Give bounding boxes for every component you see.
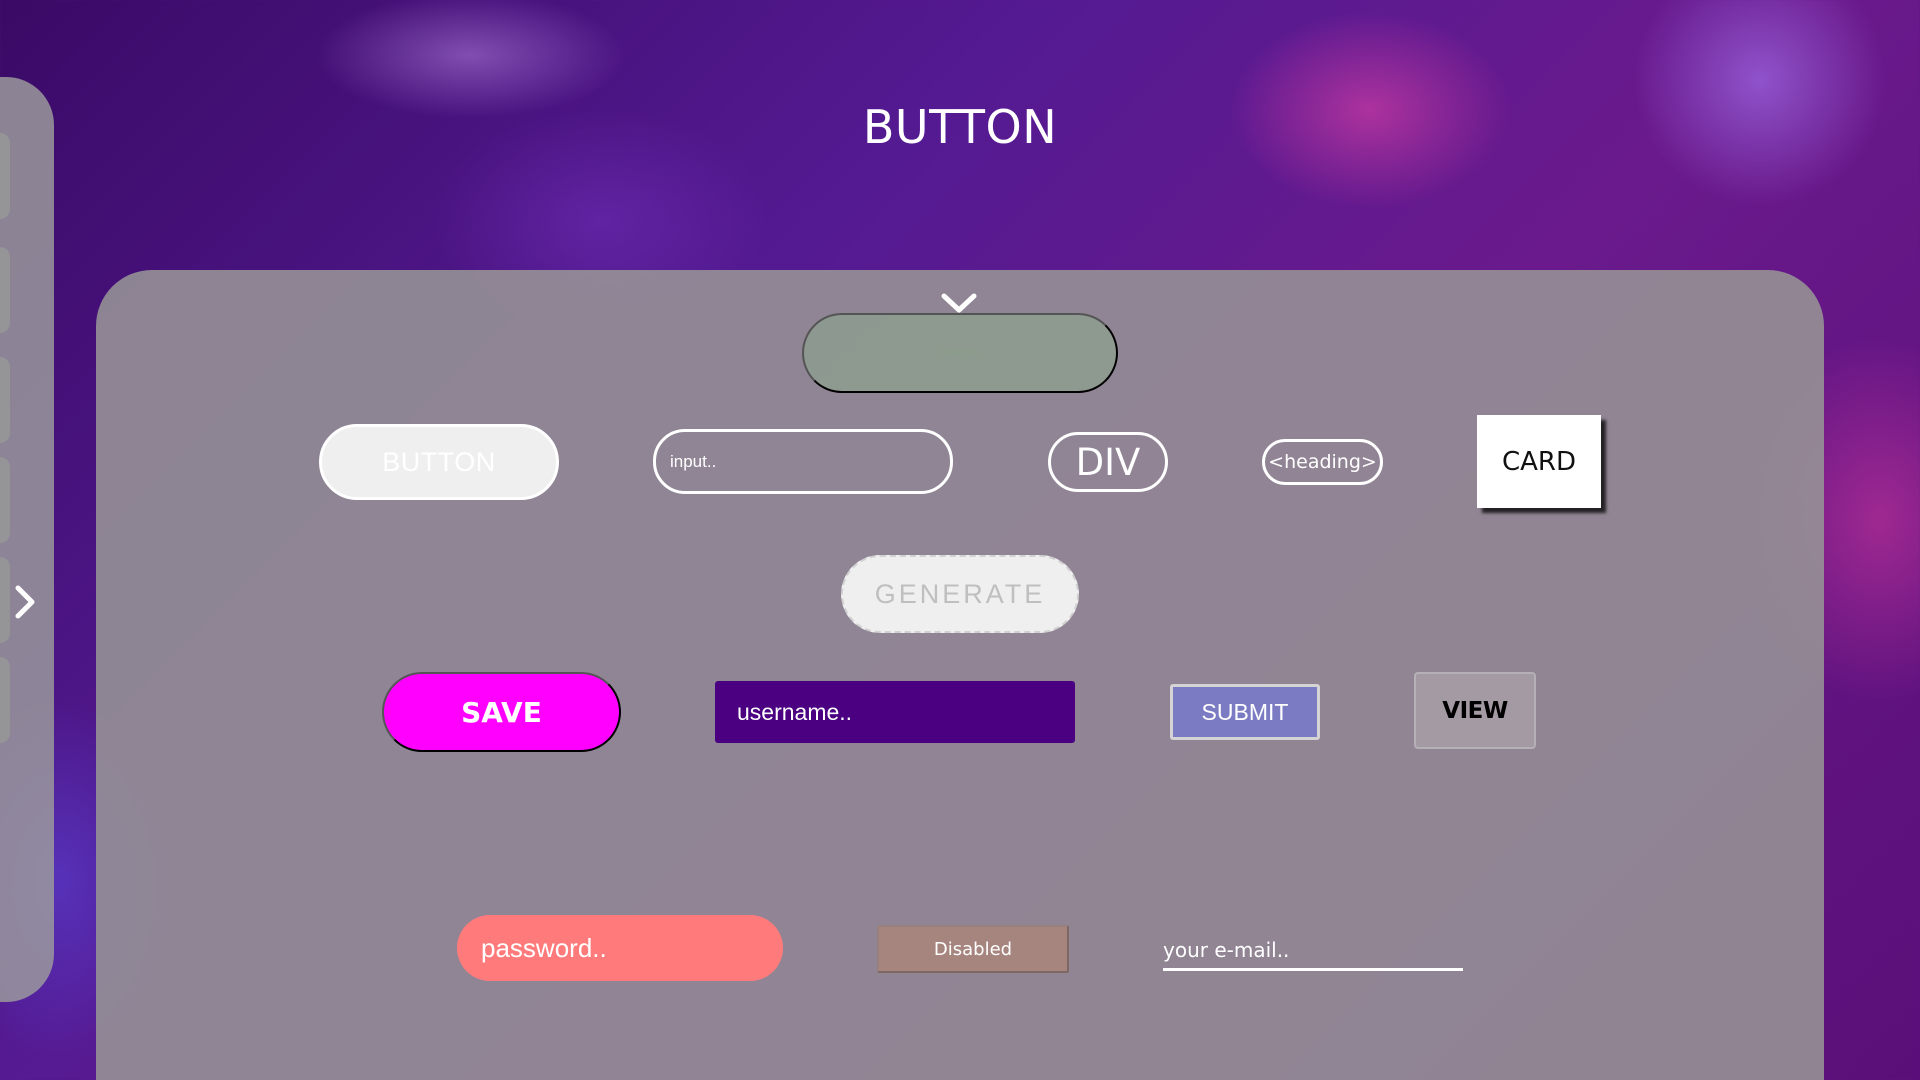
div-pill[interactable]: DIV bbox=[1048, 432, 1168, 492]
submit-button[interactable]: SUBMIT bbox=[1170, 684, 1320, 740]
heading-pill[interactable]: <heading> bbox=[1262, 439, 1383, 485]
ghost-button[interactable]: button bbox=[802, 313, 1118, 393]
email-input[interactable] bbox=[1163, 931, 1463, 971]
sidebar-tab[interactable] bbox=[0, 657, 10, 743]
sidebar-tab[interactable] bbox=[0, 247, 10, 333]
disabled-button: Disabled bbox=[877, 925, 1069, 973]
sidebar-tab[interactable] bbox=[0, 557, 10, 643]
component-panel: button BUTTON DIV <heading> CARD GENERAT… bbox=[96, 270, 1824, 1080]
card[interactable]: CARD bbox=[1477, 415, 1601, 508]
sidebar-toggle-button[interactable] bbox=[10, 577, 40, 627]
generate-button[interactable]: GENERATE bbox=[841, 555, 1079, 633]
password-input[interactable] bbox=[457, 915, 783, 981]
sidebar-tab[interactable] bbox=[0, 357, 10, 443]
save-button[interactable]: SAVE bbox=[382, 672, 621, 752]
view-button[interactable]: VIEW bbox=[1414, 672, 1536, 749]
left-sidebar bbox=[0, 77, 54, 1002]
sidebar-tab[interactable] bbox=[0, 457, 10, 543]
outline-button[interactable]: BUTTON bbox=[319, 424, 559, 500]
chevron-down-icon bbox=[941, 293, 977, 313]
page-title: BUTTON bbox=[862, 100, 1058, 154]
chevron-right-icon bbox=[15, 585, 35, 619]
outline-input[interactable] bbox=[653, 429, 953, 494]
username-input[interactable] bbox=[715, 681, 1075, 743]
